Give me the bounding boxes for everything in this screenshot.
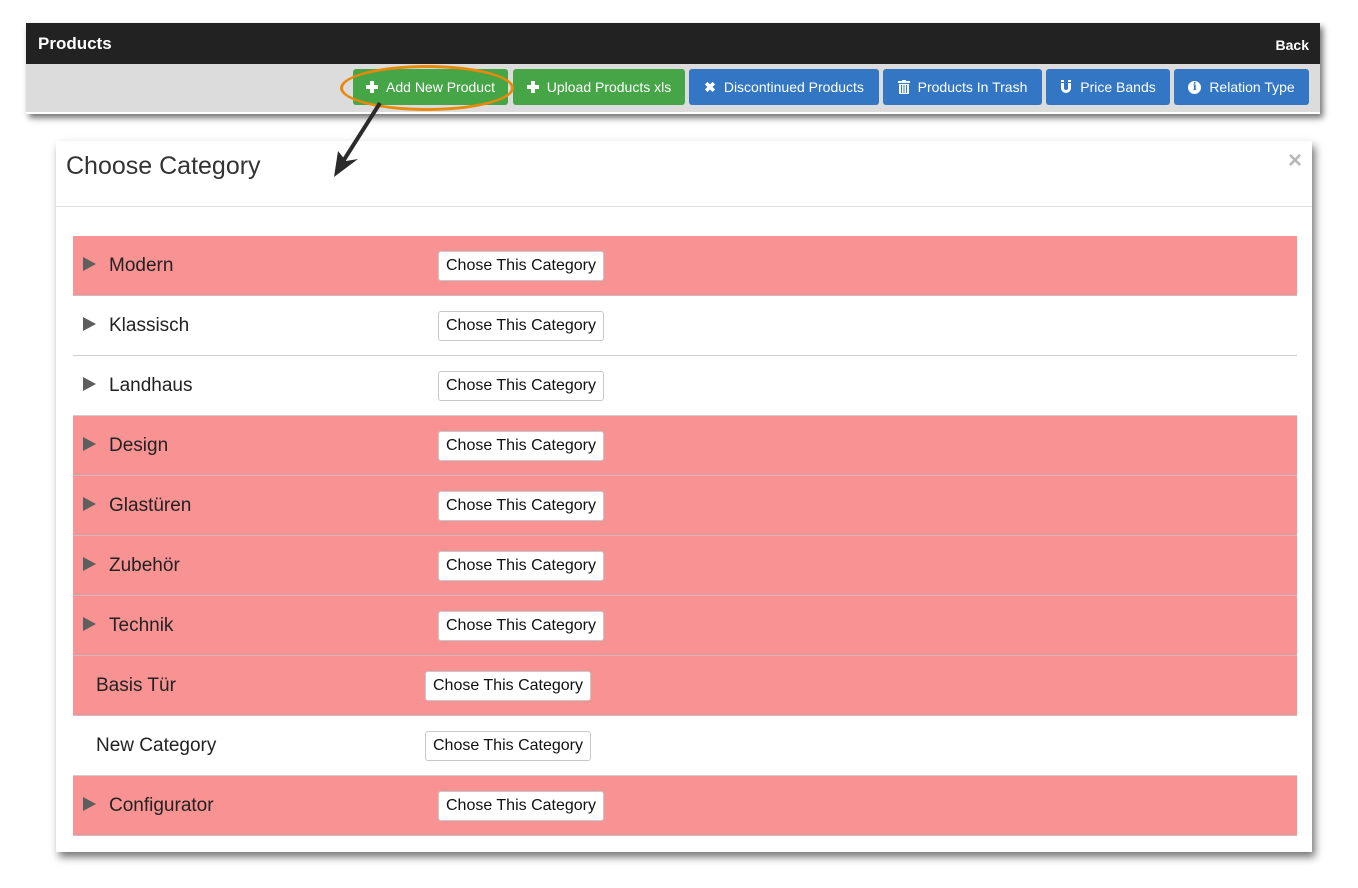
price-bands-button[interactable]: Price Bands	[1046, 69, 1170, 105]
products-panel: Products Back Add New Product Upload Pro…	[26, 23, 1320, 114]
category-name: Basis Tür	[96, 675, 176, 696]
expand-triangle-icon[interactable]	[83, 497, 96, 511]
expand-triangle-icon[interactable]	[83, 257, 96, 271]
add-new-product-button[interactable]: Add New Product	[353, 69, 508, 105]
choose-category-modal: Choose Category × Modern Chose This Categ…	[56, 141, 1312, 852]
magnet-icon	[1060, 80, 1072, 94]
category-row: Configurator Chose This Category	[73, 776, 1297, 836]
times-icon: ✖	[704, 78, 716, 95]
modal-title: Choose Category	[66, 152, 261, 180]
back-link[interactable]: Back	[1276, 37, 1309, 53]
choose-category-button[interactable]: Chose This Category	[438, 371, 604, 401]
page-title: Products	[38, 34, 112, 53]
relation-type-button[interactable]: i Relation Type	[1174, 69, 1309, 105]
modal-header: Choose Category ×	[56, 141, 1312, 207]
title-bar: Products Back	[26, 23, 1320, 64]
choose-category-button[interactable]: Chose This Category	[438, 791, 604, 821]
category-row: Landhaus Chose This Category	[73, 356, 1297, 416]
discontinued-products-label: Discontinued Products	[723, 79, 864, 95]
toolbar: Add New Product Upload Products xls ✖ Di…	[26, 64, 1320, 112]
products-in-trash-button[interactable]: Products In Trash	[883, 69, 1042, 105]
info-icon: i	[1188, 80, 1202, 94]
category-row: Glastüren Chose This Category	[73, 476, 1297, 536]
discontinued-products-button[interactable]: ✖ Discontinued Products	[689, 69, 879, 105]
expand-triangle-icon[interactable]	[83, 557, 96, 571]
category-row: Basis Tür Chose This Category	[73, 656, 1297, 716]
choose-category-button[interactable]: Chose This Category	[438, 431, 604, 461]
category-row: Klassisch Chose This Category	[73, 296, 1297, 356]
upload-products-xls-button[interactable]: Upload Products xls	[513, 69, 685, 105]
choose-category-button[interactable]: Chose This Category	[425, 671, 591, 701]
category-name: Zubehör	[109, 555, 180, 576]
category-name: New Category	[96, 735, 217, 756]
category-row: Design Chose This Category	[73, 416, 1297, 476]
price-bands-label: Price Bands	[1080, 79, 1156, 95]
category-list: Modern Chose This Category Klassisch Chose …	[73, 236, 1297, 836]
category-name: Glastüren	[109, 495, 192, 516]
choose-category-button[interactable]: Chose This Category	[438, 311, 604, 341]
choose-category-button[interactable]: Chose This Category	[425, 731, 591, 761]
category-row: New Category Chose This Category	[73, 716, 1297, 776]
category-name: Design	[109, 435, 169, 456]
plus-icon	[526, 81, 539, 93]
expand-triangle-icon[interactable]	[83, 317, 96, 331]
choose-category-button[interactable]: Chose This Category	[438, 491, 604, 521]
expand-triangle-icon[interactable]	[83, 797, 96, 811]
category-name: Modern	[109, 255, 174, 276]
close-icon[interactable]: ×	[1288, 147, 1302, 175]
category-name: Technik	[109, 615, 174, 636]
category-row: Modern Chose This Category	[73, 236, 1297, 296]
plus-icon	[366, 81, 379, 93]
products-in-trash-label: Products In Trash	[917, 79, 1028, 95]
category-name: Klassisch	[109, 315, 190, 336]
category-name: Configurator	[109, 795, 214, 816]
expand-triangle-icon[interactable]	[83, 437, 96, 451]
add-new-product-label: Add New Product	[386, 79, 495, 95]
choose-category-button[interactable]: Chose This Category	[438, 551, 604, 581]
trash-icon	[897, 80, 910, 94]
category-row: Zubehör Chose This Category	[73, 536, 1297, 596]
category-name: Landhaus	[109, 375, 193, 396]
expand-triangle-icon[interactable]	[83, 377, 96, 391]
choose-category-button[interactable]: Chose This Category	[438, 251, 604, 281]
expand-triangle-icon[interactable]	[83, 617, 96, 631]
upload-products-label: Upload Products xls	[546, 79, 672, 95]
category-row: Technik Chose This Category	[73, 596, 1297, 656]
choose-category-button[interactable]: Chose This Category	[438, 611, 604, 641]
relation-type-label: Relation Type	[1209, 79, 1295, 95]
